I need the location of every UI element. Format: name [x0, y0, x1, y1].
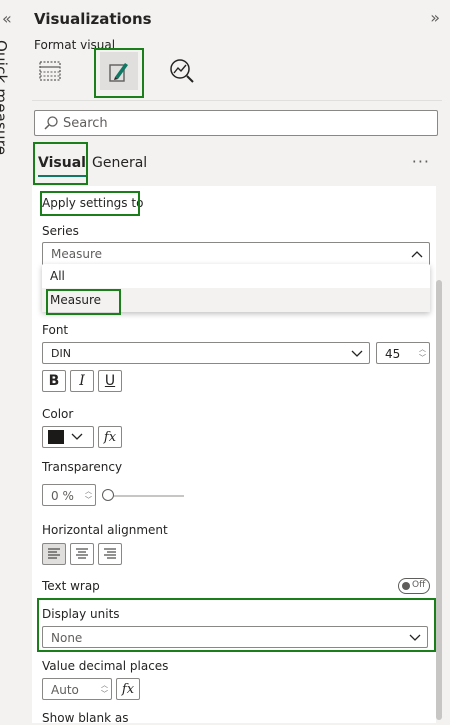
align-center-button[interactable] [70, 543, 94, 565]
transparency-label: Transparency [42, 460, 123, 474]
decimal-fx-button[interactable]: fx [116, 678, 140, 700]
build-visual-icon[interactable] [34, 55, 66, 87]
color-fx-button[interactable]: fx [98, 426, 122, 448]
bold-button[interactable]: B [42, 370, 66, 392]
font-family-dropdown[interactable]: DIN [42, 342, 370, 364]
panel-scrollbar[interactable] [436, 280, 442, 720]
decimal-places-stepper[interactable]: Auto ︿ ﹀ [42, 678, 112, 700]
option-all-label: All [50, 269, 65, 283]
display-units-value: None [51, 631, 83, 645]
chevron-down-icon [351, 350, 363, 357]
chevron-down-icon [409, 634, 421, 641]
transparency-value: 0 % [51, 489, 74, 503]
text-wrap-state: Off [412, 580, 426, 590]
quick-measure-pane: « Quick measure [0, 0, 25, 723]
series-label: Series [42, 224, 79, 238]
quick-measure-label[interactable]: Quick measure [0, 40, 10, 155]
series-dropdown-value: Measure [51, 247, 102, 261]
display-units-label: Display units [42, 607, 120, 621]
toolbar-divider [32, 100, 442, 101]
search-icon [44, 116, 58, 130]
align-right-icon [104, 548, 116, 559]
format-visual-label: Format visual [34, 38, 116, 52]
color-picker[interactable] [42, 426, 94, 448]
alignment-label: Horizontal alignment [42, 523, 168, 537]
expand-right-icon[interactable]: » [430, 8, 440, 27]
visualizations-pane: Visualizations » Format visual Search Vi… [24, 0, 450, 725]
tab-general[interactable]: General [92, 155, 147, 171]
text-wrap-toggle[interactable]: Off [398, 578, 430, 594]
stepper-arrows-icon[interactable]: ︿ ﹀ [101, 681, 108, 699]
option-all[interactable]: All [42, 264, 430, 288]
font-label: Font [42, 323, 69, 337]
option-measure-label: Measure [50, 293, 101, 307]
chevron-up-icon [411, 251, 423, 258]
stepper-arrows-icon[interactable]: ︿ ﹀ [419, 345, 426, 363]
toggle-knob [402, 582, 410, 590]
italic-button[interactable]: I [70, 370, 94, 392]
font-size-value: 45 [385, 347, 401, 361]
align-center-icon [76, 548, 88, 559]
option-measure[interactable]: Measure [42, 288, 430, 312]
more-options-icon[interactable]: ··· [412, 152, 430, 171]
collapse-left-icon[interactable]: « [2, 9, 12, 28]
align-left-button[interactable] [42, 543, 66, 565]
search-input[interactable]: Search [34, 110, 438, 136]
tab-visual[interactable]: Visual [38, 155, 86, 177]
transparency-slider-track[interactable] [110, 495, 184, 497]
display-units-dropdown[interactable]: None [42, 626, 428, 648]
align-left-icon [48, 548, 60, 559]
transparency-stepper[interactable]: 0 % ︿ ﹀ [42, 484, 96, 506]
search-placeholder: Search [63, 116, 108, 131]
transparency-slider-thumb[interactable] [102, 489, 114, 501]
font-family-value: DIN [51, 347, 71, 360]
apply-settings-heading: Apply settings to [42, 196, 144, 210]
text-wrap-label: Text wrap [42, 579, 100, 593]
series-options-list: All Measure [42, 264, 430, 312]
decimal-places-value: Auto [51, 683, 79, 697]
format-visual-icon[interactable] [100, 52, 138, 90]
color-swatch [48, 430, 64, 444]
underline-button[interactable]: U [98, 370, 122, 392]
color-label: Color [42, 407, 74, 421]
analytics-icon[interactable] [166, 55, 198, 87]
series-dropdown[interactable]: Measure [42, 242, 430, 266]
align-right-button[interactable] [98, 543, 122, 565]
decimal-places-label: Value decimal places [42, 659, 169, 673]
chevron-down-icon [71, 433, 83, 440]
pane-title: Visualizations [34, 10, 152, 28]
stepper-arrows-icon[interactable]: ︿ ﹀ [85, 487, 92, 505]
font-size-stepper[interactable]: 45 ︿ ﹀ [376, 342, 430, 364]
